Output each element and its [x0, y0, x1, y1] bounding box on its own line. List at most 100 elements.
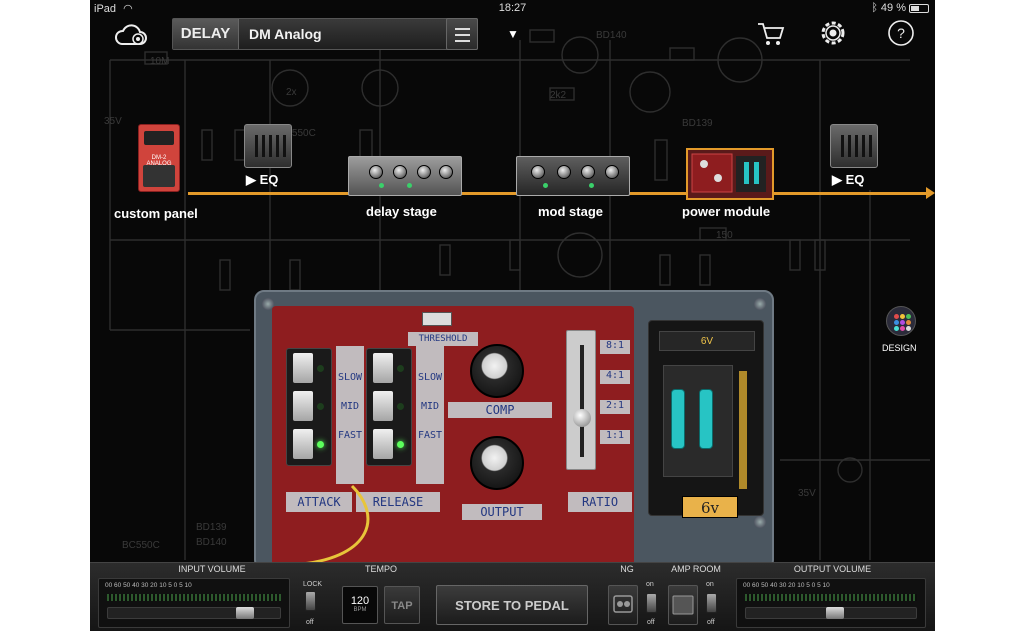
svg-text:BD139: BD139	[196, 522, 227, 533]
delay-stage-unit[interactable]	[348, 156, 462, 196]
cart-icon[interactable]	[756, 18, 786, 48]
design-icon[interactable]	[886, 306, 916, 336]
eq-pre-label[interactable]: ▶ EQ	[246, 172, 278, 188]
battery-cell	[671, 389, 685, 449]
ng-on-label: on	[646, 581, 654, 588]
input-volume-thumb[interactable]	[236, 607, 254, 619]
svg-text:BD140: BD140	[196, 537, 227, 548]
eq-pre-unit[interactable]	[244, 124, 292, 168]
ratio-label: RATIO	[568, 492, 632, 512]
ng-title: NG	[620, 564, 634, 574]
mod-stage-unit[interactable]	[516, 156, 630, 196]
amp-room-off-label: off	[707, 619, 715, 626]
input-volume-scale: 00 60 50 40 30 20 10 5 0 5 10	[105, 582, 192, 589]
attack-switch[interactable]	[286, 348, 332, 466]
tap-tempo-button[interactable]: TAP	[384, 586, 420, 624]
clock: 18:27	[498, 2, 527, 14]
ratio-mark: 1:1	[600, 430, 630, 444]
battery-display: 6V	[659, 331, 755, 351]
svg-text:BD139: BD139	[682, 118, 713, 129]
chevron-down-icon[interactable]: ▼	[507, 19, 519, 49]
comp-knob[interactable]	[470, 344, 524, 398]
ratio-mark: 4:1	[600, 370, 630, 384]
release-fast-label: FAST	[417, 430, 443, 441]
help-icon[interactable]: ?	[886, 18, 916, 48]
ratio-mark: 8:1	[600, 340, 630, 354]
battery-percent: 49 %	[880, 2, 906, 14]
noise-gate-icon	[613, 595, 633, 613]
ratio-slider-thumb[interactable]	[573, 409, 591, 427]
output-volume-thumb[interactable]	[826, 607, 844, 619]
pcb-board: THRESHOLD SLOW MID FAST SLOW MID FAST CO…	[272, 306, 634, 570]
cloud-icon[interactable]	[114, 22, 148, 48]
input-volume-slider[interactable]	[107, 607, 281, 619]
ratio-marks: 8:1 4:1 2:1 1:1	[600, 340, 630, 444]
lock-toggle[interactable]	[305, 591, 316, 611]
preset-name[interactable]: DM Analog	[249, 19, 322, 49]
bottom-control-bar: INPUT VOLUME 00 60 50 40 30 20 10 5 0 5 …	[90, 562, 935, 631]
mod-stage-label[interactable]: mod stage	[538, 204, 603, 219]
eq-post-label[interactable]: ▶ EQ	[832, 172, 864, 188]
svg-text:35V: 35V	[104, 116, 122, 127]
menu-button[interactable]	[446, 18, 478, 50]
lock-state: off	[306, 619, 314, 626]
svg-text:2k2: 2k2	[550, 90, 567, 101]
output-volume-slider[interactable]	[745, 607, 917, 619]
battery-compartment: 6V	[648, 320, 764, 516]
store-to-pedal-button[interactable]: STORE TO PEDAL	[436, 585, 588, 625]
bluetooth-icon: ᛒ	[871, 2, 878, 14]
attack-fast-label: FAST	[337, 430, 363, 441]
input-meter	[107, 594, 281, 601]
ng-off-label: off	[647, 619, 655, 626]
svg-text:?: ?	[897, 25, 905, 41]
amp-room-title: AMP ROOM	[671, 564, 721, 574]
chain-arrow-icon	[926, 187, 935, 199]
attack-mid-label: MID	[340, 401, 360, 412]
status-bar: iPad ◠ 18:27 ᛒ 49 %	[90, 0, 935, 16]
output-knob[interactable]	[470, 436, 524, 490]
custom-panel-pedal[interactable]: DM-2 ANALOG	[138, 124, 180, 192]
input-volume-title: INPUT VOLUME	[178, 564, 246, 574]
threshold-trimmer[interactable]	[422, 312, 452, 326]
release-switch[interactable]	[366, 348, 412, 466]
svg-text:10M: 10M	[150, 56, 169, 67]
eq-post-unit[interactable]	[830, 124, 878, 168]
power-module-unit[interactable]	[686, 148, 774, 200]
design-label[interactable]: DESIGN	[882, 343, 917, 353]
tempo-unit: BPM	[353, 607, 367, 613]
amp-room-button[interactable]	[668, 585, 698, 625]
tempo-value: 120	[350, 595, 370, 607]
battery-note: 6v	[682, 496, 738, 518]
output-meter	[745, 594, 917, 601]
tempo-title: TEMPO	[364, 564, 397, 574]
ratio-slider[interactable]	[566, 330, 596, 470]
svg-text:2x: 2x	[286, 87, 297, 98]
attack-scale-tape: SLOW MID FAST	[336, 346, 364, 484]
output-volume-title: OUTPUT VOLUME	[793, 564, 872, 574]
gold-contact	[739, 371, 747, 489]
delay-stage-label[interactable]: delay stage	[366, 204, 437, 219]
svg-text:BD140: BD140	[596, 30, 627, 41]
ratio-mark: 2:1	[600, 400, 630, 414]
amp-icon	[672, 595, 694, 615]
comp-label: COMP	[448, 402, 552, 418]
output-label: OUTPUT	[462, 504, 542, 520]
power-module-label[interactable]: power module	[682, 204, 770, 219]
tempo-display[interactable]: 120 BPM	[342, 586, 378, 624]
custom-panel-label[interactable]: custom panel	[114, 206, 198, 221]
release-scale-tape: SLOW MID FAST	[416, 346, 444, 484]
preset-selector[interactable]: DELAY DM Analog ▼	[172, 18, 519, 50]
app-screen: 35V 2x BC550C BD140 BD139 35V BD139 BD14…	[90, 0, 935, 631]
output-volume-panel: 00 60 50 40 30 20 10 5 0 5 10	[736, 578, 926, 628]
lock-label: LOCK	[303, 581, 323, 588]
svg-text:BC550C: BC550C	[122, 540, 160, 551]
output-volume-scale: 00 60 50 40 30 20 10 5 0 5 10	[743, 582, 830, 589]
battery-cell	[699, 389, 713, 449]
settings-icon[interactable]	[818, 18, 848, 48]
effect-type-label[interactable]: DELAY	[173, 19, 239, 49]
ng-toggle[interactable]	[646, 593, 657, 613]
amp-room-toggle[interactable]	[706, 593, 717, 613]
battery-icon	[909, 3, 929, 13]
noise-gate-button[interactable]	[608, 585, 638, 625]
release-mid-label: MID	[420, 401, 440, 412]
